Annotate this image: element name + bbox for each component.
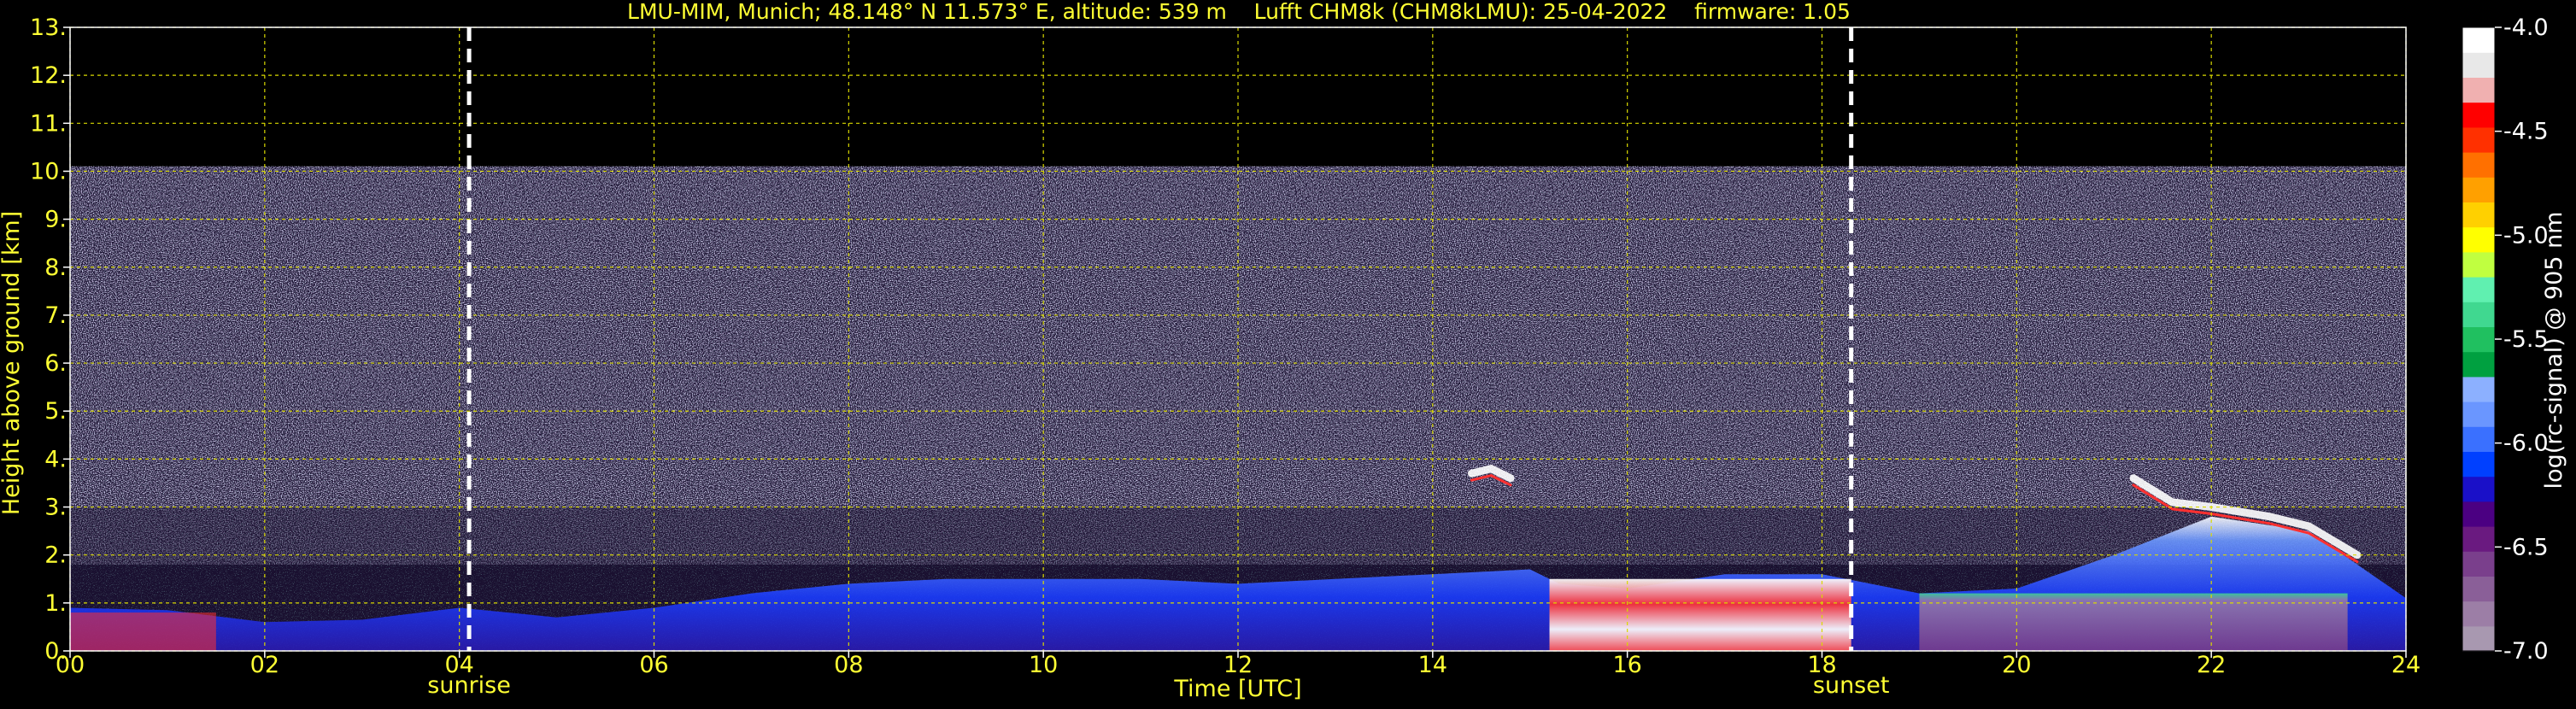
colorbar-tick-label: -4.5 xyxy=(2503,119,2549,145)
x-tick-label: 12 xyxy=(1223,652,1253,678)
y-tick-label: 3. xyxy=(44,495,67,521)
purple-layer-low xyxy=(1919,593,2348,651)
colorbar-swatch xyxy=(2462,526,2495,552)
y-tick-label: 0. xyxy=(44,638,67,665)
colorbar-swatch xyxy=(2462,401,2495,427)
colorbar-swatch xyxy=(2462,27,2495,53)
colorbar-tick-label: -7.0 xyxy=(2503,638,2549,665)
y-tick-label: 8. xyxy=(44,255,67,281)
ceilometer-chart: sunrise sunset 00 02 04 06 08 10 12 14 16 18 20 22 24… xyxy=(0,0,2576,706)
colorbar-swatch xyxy=(2462,102,2495,128)
colorbar: -4.0-4.5-5.0-5.5-6.0-6.5-7.0 xyxy=(2462,15,2549,665)
colorbar-swatch xyxy=(2462,326,2495,353)
colorbar-swatch xyxy=(2462,226,2495,253)
x-tick-label: 08 xyxy=(834,652,863,678)
colorbar-swatch xyxy=(2462,77,2495,103)
y-tick-label: 10. xyxy=(30,158,67,185)
x-axis-label: Time [UTC] xyxy=(1173,676,1301,702)
colorbar-swatch xyxy=(2462,426,2495,452)
colorbar-swatch xyxy=(2462,476,2495,502)
colorbar-swatch xyxy=(2462,376,2495,402)
y-tick-label: 13. xyxy=(30,15,67,41)
colorbar-swatch xyxy=(2462,351,2495,378)
colorbar-swatch xyxy=(2462,551,2495,577)
colorbar-swatch xyxy=(2462,52,2495,78)
y-axis-label: Height above ground [km] xyxy=(0,211,25,515)
colorbar-tick-label: -6.5 xyxy=(2503,534,2549,560)
x-tick-label: 04 xyxy=(444,652,473,678)
y-tick-label: 12. xyxy=(30,62,67,89)
y-tick-label: 7. xyxy=(44,302,67,329)
colorbar-swatch xyxy=(2462,576,2495,602)
chart-svg: sunrise sunset 00 02 04 06 08 10 12 14 16 18 20 22 24… xyxy=(0,0,2567,702)
x-tick-label: 20 xyxy=(2002,652,2031,678)
colorbar-label: log(rc-signal) @ 905 nm xyxy=(2541,212,2567,489)
colorbar-swatch xyxy=(2462,601,2495,627)
plot-area xyxy=(70,166,2406,651)
colorbar-swatch xyxy=(2462,277,2495,302)
chart-title: LMU-MIM, Munich; 48.148° N 11.573° E, al… xyxy=(627,0,1851,24)
colorbar-swatch xyxy=(2462,177,2495,202)
y-tick-label: 4. xyxy=(44,446,67,472)
y-tick-label: 9. xyxy=(44,207,67,233)
colorbar-swatch xyxy=(2462,451,2495,478)
x-tick-label: 22 xyxy=(2197,652,2226,678)
y-tick-label: 1. xyxy=(44,590,67,617)
cloud-block xyxy=(1549,578,1851,651)
x-tick-label: 10 xyxy=(1029,652,1058,678)
y-tick-label: 2. xyxy=(44,542,67,569)
y-tick-label: 6. xyxy=(44,350,67,377)
colorbar-swatch xyxy=(2462,202,2495,228)
colorbar-swatch xyxy=(2462,152,2495,178)
x-tick-label: 06 xyxy=(639,652,668,678)
colorbar-swatch xyxy=(2462,302,2495,327)
morning-strip xyxy=(70,612,216,651)
x-tick-label: 14 xyxy=(1418,652,1447,678)
x-tick-label: 18 xyxy=(1807,652,1836,678)
colorbar-swatch xyxy=(2462,126,2495,153)
x-tick-label: 24 xyxy=(2391,652,2421,678)
y-tick-label: 11. xyxy=(30,110,67,137)
colorbar-swatch xyxy=(2462,625,2495,652)
colorbar-tick-label: -4.0 xyxy=(2503,15,2549,41)
x-tick-label: 02 xyxy=(250,652,279,678)
x-tick-label: 16 xyxy=(1612,652,1641,678)
colorbar-swatch xyxy=(2462,251,2495,278)
colorbar-swatch xyxy=(2462,501,2495,527)
y-tick-label: 5. xyxy=(44,398,67,425)
